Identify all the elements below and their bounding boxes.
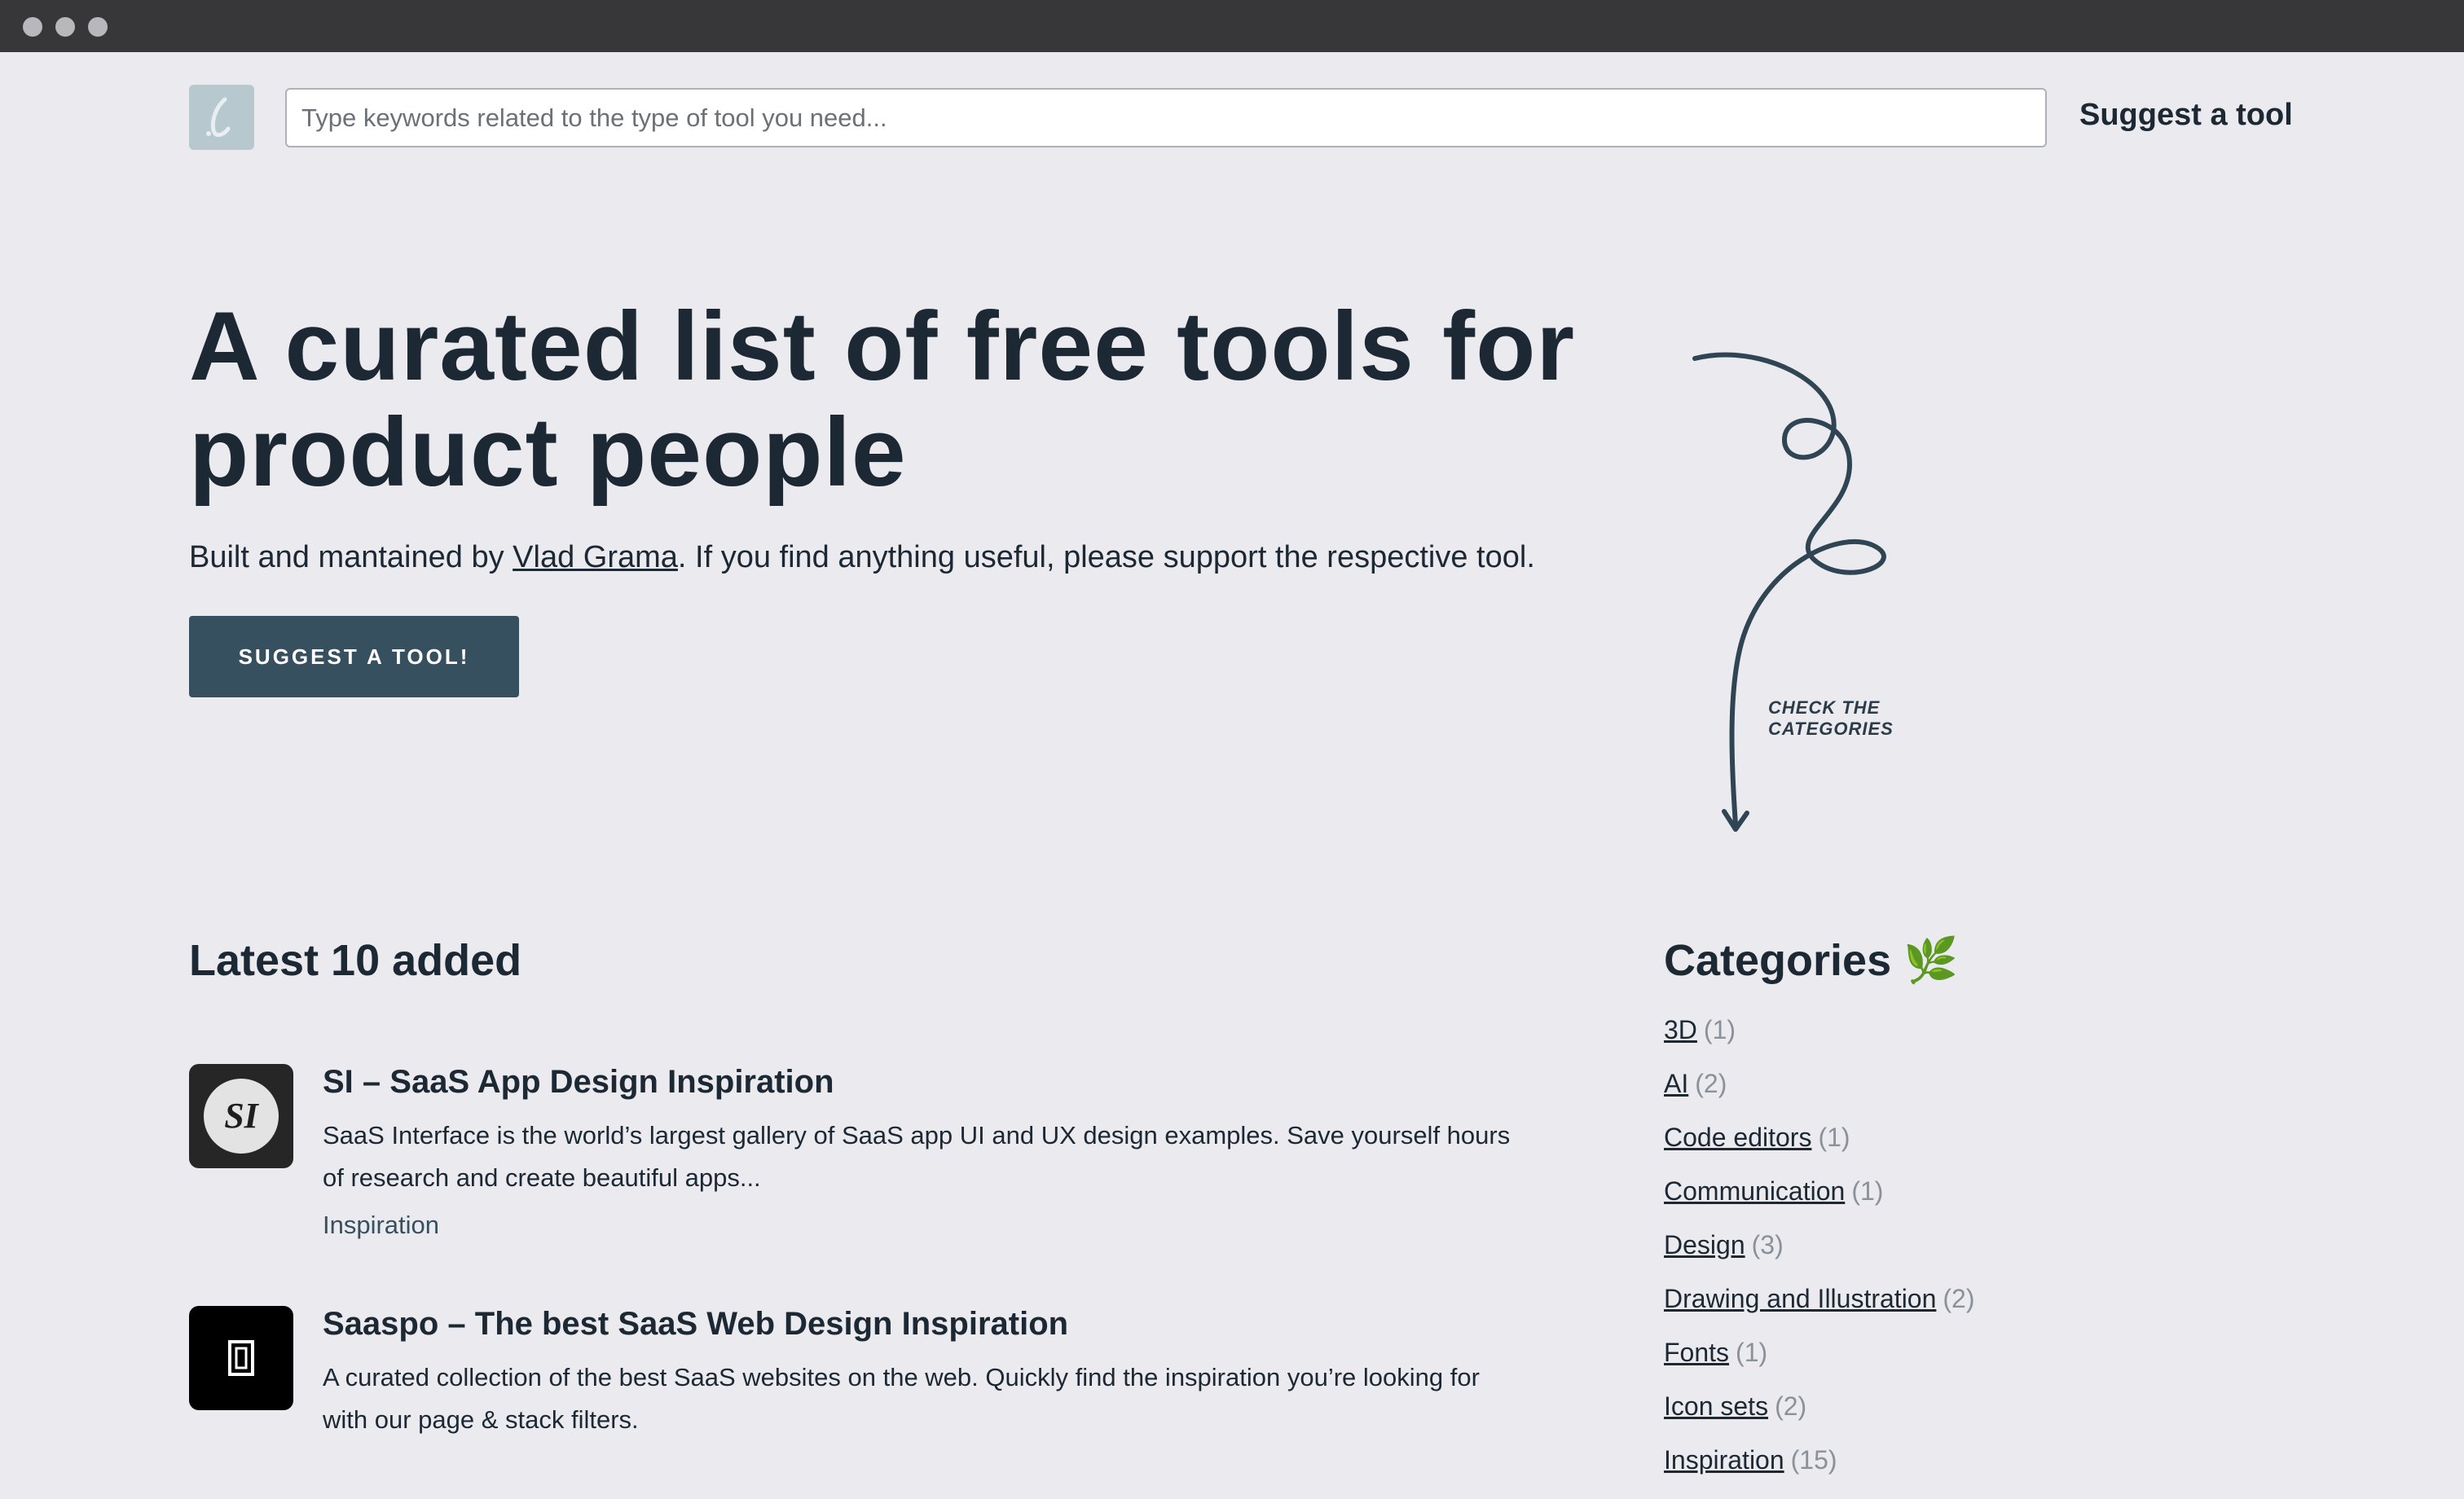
categories-heading-text: Categories: [1664, 936, 1892, 985]
tool-title[interactable]: SI – SaaS App Design Inspiration: [323, 1064, 834, 1101]
arrow-note-line1: CHECK THE: [1768, 697, 1881, 718]
window-titlebar: [0, 0, 2464, 52]
category-link[interactable]: Fonts: [1664, 1338, 1729, 1367]
category-link[interactable]: Communication: [1664, 1176, 1845, 1206]
maximize-window-icon[interactable]: [88, 17, 108, 37]
saaspo-logo-icon[interactable]: [189, 1306, 293, 1410]
minimize-window-icon[interactable]: [55, 17, 75, 37]
category-item: Icon sets (2): [1664, 1391, 1975, 1445]
categories-heading: Categories 🌿: [1664, 935, 1958, 987]
category-list: 3D (1) AI (2) Code editors (1) Communicatio…: [1664, 1015, 1975, 1499]
tool-description: A curated collection of the best SaaS we…: [323, 1363, 1480, 1434]
category-item: Drawing and Illustration (2): [1664, 1284, 1975, 1338]
author-link[interactable]: Vlad Grama: [513, 540, 678, 574]
hero-title-bold2: product people: [189, 398, 907, 507]
site-logo[interactable]: [189, 85, 254, 150]
check-categories-note: CHECK THE CATEGORIES: [1768, 697, 1894, 740]
leaf-icon: 🌿: [1903, 936, 1959, 985]
close-window-icon[interactable]: [23, 17, 42, 37]
category-count: (1): [1736, 1338, 1768, 1367]
hero-subtitle: Built and mantained by Vlad Grama. If yo…: [189, 540, 1535, 575]
category-count: (1): [1818, 1123, 1850, 1152]
category-link[interactable]: 3D: [1664, 1015, 1697, 1044]
si-logo-graphic: SI: [204, 1079, 279, 1154]
logo-letter-icon: [206, 97, 231, 138]
tool-tag[interactable]: Inspiration: [323, 1211, 439, 1240]
category-link[interactable]: Drawing and Illustration: [1664, 1284, 1936, 1313]
category-count: (3): [1751, 1230, 1784, 1259]
saaspo-logo-graphic: [228, 1340, 254, 1376]
suggest-tool-button[interactable]: SUGGEST A TOOL!: [189, 616, 519, 697]
latest-heading: Latest 10 added: [189, 936, 522, 985]
category-count: (2): [1943, 1284, 1975, 1313]
curly-arrow-icon: [1692, 352, 1886, 832]
category-link[interactable]: AI: [1664, 1069, 1688, 1098]
category-item: Inspiration (15): [1664, 1445, 1975, 1499]
tool-title[interactable]: Saaspo – The best SaaS Web Design Inspir…: [323, 1306, 1068, 1343]
category-item: 3D (1): [1664, 1015, 1975, 1069]
tool-description: SaaS Interface is the world’s largest ga…: [323, 1121, 1511, 1192]
category-count: (2): [1775, 1391, 1807, 1421]
hero-title-part2: for: [1414, 292, 1576, 401]
category-item: Fonts (1): [1664, 1338, 1975, 1391]
category-count: (2): [1695, 1069, 1727, 1098]
si-logo-icon[interactable]: SI: [189, 1064, 293, 1168]
hero-sub-prefix: Built and mantained by: [189, 540, 513, 574]
hero-title: A curated list of free tools for product …: [189, 293, 1623, 505]
category-item: Design (3): [1664, 1230, 1975, 1284]
category-link[interactable]: Design: [1664, 1230, 1745, 1259]
category-item: Communication (1): [1664, 1176, 1975, 1230]
hero-title-bold1: free tools: [966, 292, 1415, 401]
category-count: (1): [1703, 1015, 1736, 1044]
category-count: (15): [1790, 1445, 1837, 1475]
suggest-tool-link[interactable]: Suggest a tool: [2079, 98, 2293, 133]
si-logo-text: SI: [224, 1096, 259, 1136]
category-link[interactable]: Code editors: [1664, 1123, 1811, 1152]
category-count: (1): [1851, 1176, 1884, 1206]
category-item: Code editors (1): [1664, 1123, 1975, 1176]
hero-title-part1: A curated list of: [189, 292, 966, 401]
category-link[interactable]: Inspiration: [1664, 1445, 1784, 1475]
search-input[interactable]: [285, 88, 2047, 147]
category-item: AI (2): [1664, 1069, 1975, 1123]
arrow-note-line2: CATEGORIES: [1768, 719, 1894, 739]
category-link[interactable]: Icon sets: [1664, 1391, 1768, 1421]
hero-sub-suffix: . If you find anything useful, please su…: [677, 540, 1535, 574]
